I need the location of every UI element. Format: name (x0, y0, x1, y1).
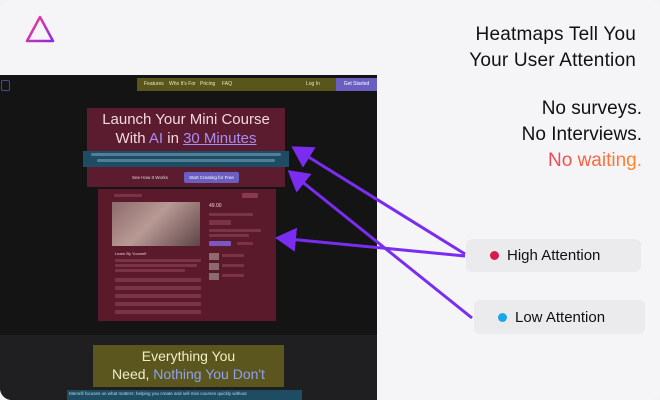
buy-button[interactable] (209, 241, 231, 246)
product-input[interactable] (209, 220, 231, 225)
related-thumb-3[interactable] (209, 273, 219, 280)
site-logo-icon (1, 80, 10, 91)
hero-with: With (115, 130, 149, 147)
headline-line-2: Your User Attention (469, 50, 636, 71)
legend-low-attention: Low Attention (474, 300, 645, 334)
product-badge (242, 193, 258, 198)
desc-line-1 (115, 259, 201, 262)
desc-line-3 (115, 269, 185, 272)
start-creating-button[interactable]: Start Creating for Free (184, 172, 239, 183)
share-link[interactable] (237, 242, 253, 245)
desc-line-2 (115, 264, 197, 267)
hero-in: in (163, 130, 184, 147)
product-card-hotspot: 49.00 Learn By Yourself (98, 189, 276, 321)
site-nav: Features Who It's For Pricing FAQ Log In… (137, 78, 377, 91)
heatmap-screenshot: Features Who It's For Pricing FAQ Log In… (0, 75, 377, 400)
product-price: 49.00 (209, 203, 222, 209)
related-thumb-1[interactable] (209, 253, 219, 260)
legend-high-label: High Attention (507, 247, 601, 264)
hero-subtitle-coolspot (83, 151, 289, 167)
legend-high-attention: High Attention (466, 239, 641, 272)
nav-login[interactable]: Log In (306, 81, 320, 87)
lesson-5[interactable] (115, 310, 201, 314)
product-title: Learn By Yourself (115, 251, 147, 256)
course-image (112, 202, 200, 246)
headline-line-1: Heatmaps Tell You (475, 24, 636, 45)
hero-ai: AI (148, 130, 164, 147)
low-attention-dot-icon (498, 312, 507, 322)
nav-item-pricing[interactable]: Pricing (200, 81, 215, 87)
legend-low-label: Low Attention (515, 308, 606, 326)
features-line-2: Need, Nothing You Don't (93, 366, 284, 382)
triangle-logo-icon (25, 15, 55, 43)
hero-minutes: 30 Minutes (183, 130, 257, 147)
tagline-interviews: No Interviews. (521, 124, 642, 145)
hero-title-line-1: Launch Your Mini Course (102, 111, 270, 128)
lesson-3[interactable] (115, 294, 201, 298)
headline: Heatmaps Tell You Your User Attention (469, 22, 636, 74)
nav-item-faq[interactable]: FAQ (222, 81, 232, 87)
nav-item-features[interactable]: Features (144, 81, 164, 87)
related-thumb-2[interactable] (209, 263, 219, 270)
features-description: Memrill focuses on what matters: helping… (69, 391, 247, 396)
price-subline (209, 213, 253, 216)
subtitle-line-2 (97, 159, 275, 162)
product-detail-1 (209, 229, 261, 232)
features-description-coolspot: Memrill focuses on what matters: helping… (67, 390, 302, 400)
related-title-3 (222, 274, 244, 277)
related-title-1 (222, 254, 244, 257)
subtitle-line-1 (91, 153, 281, 156)
see-how-button[interactable]: See How It Works (131, 172, 169, 183)
hero-title-line-2: With AI in 30 Minutes (87, 130, 285, 147)
nav-get-started-button[interactable]: Get Started (336, 78, 377, 91)
product-brand (114, 194, 142, 197)
taglines: No surveys. No Interviews. No waiting. (522, 96, 642, 174)
lesson-2[interactable] (115, 286, 201, 290)
tagline-waiting: No waiting. (522, 148, 642, 174)
tagline-surveys: No surveys. (541, 98, 642, 119)
nav-item-who[interactable]: Who It's For (169, 81, 196, 87)
lesson-1[interactable] (115, 278, 201, 282)
features-heading-warmspot: Everything You Need, Nothing You Don't (93, 345, 284, 387)
product-detail-2 (209, 234, 249, 237)
lesson-4[interactable] (115, 302, 201, 306)
card: Heatmaps Tell You Your User Attention No… (0, 0, 660, 400)
high-attention-dot-icon (490, 251, 499, 260)
features-need: Need, (112, 366, 154, 382)
related-title-2 (222, 264, 244, 267)
features-nothing: Nothing You Don't (153, 366, 265, 382)
features-line-1: Everything You (141, 348, 236, 364)
